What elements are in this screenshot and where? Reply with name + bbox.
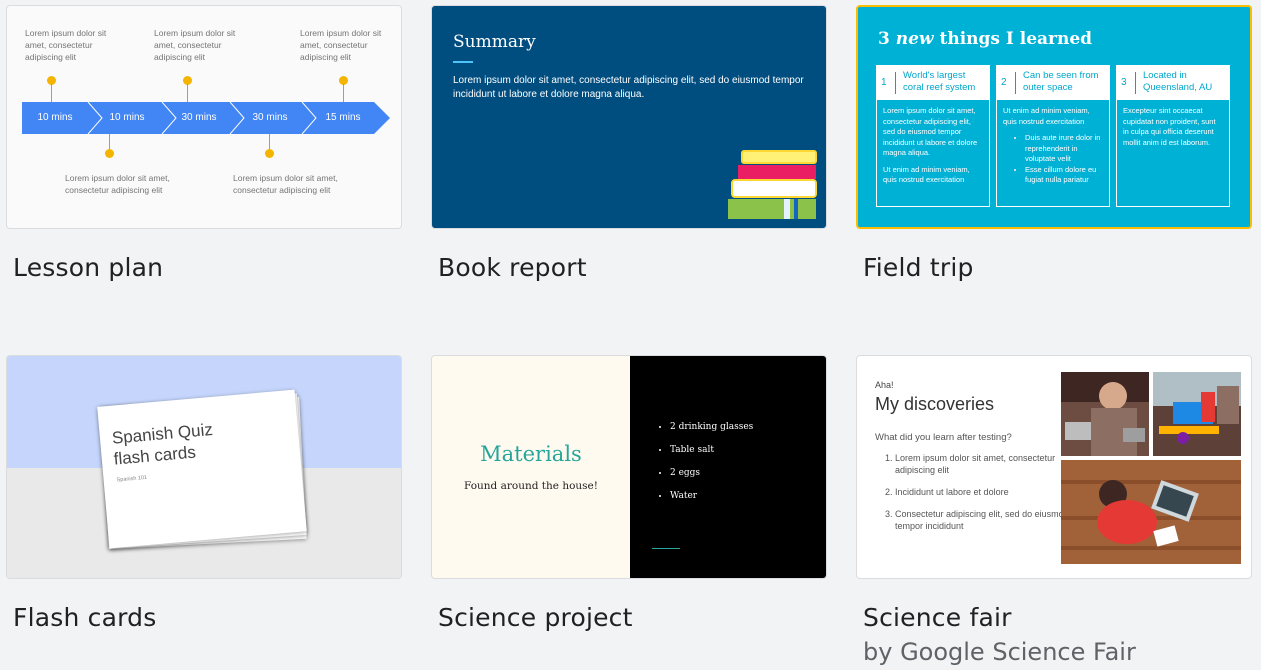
slide-subtitle: Found around the house!: [463, 480, 598, 492]
accent-line: [652, 548, 680, 549]
slide-body: Lorem ipsum dolor sit amet, consectetur …: [453, 75, 804, 100]
template-author: by Google Science Fair: [863, 638, 1136, 666]
info-column: 1 World's largest coral reef system Lore…: [876, 65, 990, 207]
column-paragraph: Ut enim ad minim veniam, quis nostrud ex…: [883, 164, 970, 185]
timeline-stem: [109, 134, 110, 150]
column-heading: Can be seen from outer space: [1023, 70, 1099, 93]
timeline-stem: [269, 134, 270, 150]
info-column: 2 Can be seen from outer space Ut enim a…: [996, 65, 1110, 207]
timeline-note: Lorem ipsum dolor sit amet, consectetur …: [25, 28, 107, 62]
timeline-step: 15 mins: [325, 112, 361, 123]
template-card-flash-cards[interactable]: Spanish Quiz flash cards Spanish 101 Fla…: [6, 355, 402, 655]
list-item: 2 drinking glasses: [670, 422, 753, 432]
template-thumbnail[interactable]: Lorem ipsum dolor sit amet, consectetur …: [6, 5, 402, 229]
column-paragraph: Ut enim ad minim veniam, quis nostrud ex…: [1003, 106, 1090, 126]
list-item: Incididunt ut labore et dolore: [895, 486, 1075, 498]
template-label: Flash cards: [13, 603, 157, 632]
timeline-step: 10 mins: [109, 112, 145, 123]
flash-card-subtitle: Spanish 101: [116, 474, 148, 484]
timeline-note: Lorem ipsum dolor sit amet, consectetur …: [300, 28, 382, 62]
title-emphasis: new: [895, 29, 934, 49]
list-item: Water: [670, 491, 753, 501]
timeline-dot: [265, 149, 274, 158]
timeline-step: 30 mins: [181, 112, 217, 123]
title-underline: [453, 61, 473, 63]
timeline-note: Lorem ipsum dolor sit amet, consectetur …: [65, 173, 170, 195]
timeline-step: 10 mins: [37, 112, 73, 123]
timeline-step: 30 mins: [252, 112, 288, 123]
column-body: Lorem ipsum dolor sit amet, consectetur …: [877, 100, 989, 198]
books-icon: [728, 150, 817, 219]
timeline-dot: [105, 149, 114, 158]
slide-title: Summary: [453, 32, 536, 52]
discoveries-list: Lorem ipsum dolor sit amet, consectetur …: [875, 452, 1075, 542]
photo-robotics-image: [1153, 372, 1241, 456]
template-card-lesson-plan[interactable]: Lorem ipsum dolor sit amet, consectetur …: [6, 5, 402, 305]
template-thumbnail[interactable]: Materials Found around the house! 2 drin…: [431, 355, 827, 579]
column-paragraph: Excepteur sint occaecat cupidatat non pr…: [1123, 106, 1216, 147]
template-card-science-project[interactable]: Materials Found around the house! 2 drin…: [431, 355, 827, 655]
template-card-science-fair[interactable]: Aha! My discoveries What did you learn a…: [856, 355, 1252, 667]
flash-card-title: Spanish Quiz flash cards: [111, 419, 214, 469]
column-number: 2: [1001, 72, 1016, 94]
column-paragraph: Lorem ipsum dolor sit amet, consectetur …: [883, 106, 978, 157]
slide-question: What did you learn after testing?: [875, 432, 1012, 443]
template-thumbnail[interactable]: Aha! My discoveries What did you learn a…: [856, 355, 1252, 579]
template-label: Science project: [438, 603, 633, 632]
list-item: Table salt: [670, 445, 753, 455]
column-body: Excepteur sint occaecat cupidatat non pr…: [1117, 100, 1229, 160]
list-item: Consectetur adipiscing elit, sed do eius…: [895, 508, 1075, 532]
template-label: Book report: [438, 253, 587, 282]
template-label: Field trip: [863, 253, 974, 282]
column-header: 3 Located in Queensland, AU: [1117, 66, 1229, 100]
slide-title: 3 new things I learned: [878, 29, 1092, 49]
timeline-stem: [187, 84, 188, 102]
info-column: 3 Located in Queensland, AU Excepteur si…: [1116, 65, 1230, 207]
title-text: 3: [878, 29, 896, 49]
flash-card: Spanish Quiz flash cards Spanish 101: [97, 389, 307, 549]
column-header: 1 World's largest coral reef system: [877, 66, 989, 100]
list-item: Lorem ipsum dolor sit amet, consectetur …: [895, 452, 1075, 476]
title-text: things I learned: [933, 29, 1093, 49]
template-card-field-trip[interactable]: 3 new things I learned 1 World's largest…: [856, 5, 1252, 305]
photo-lab-image: [1061, 372, 1149, 456]
template-label: Lesson plan: [13, 253, 164, 282]
column-header: 2 Can be seen from outer space: [997, 66, 1109, 100]
column-bullets: Duis aute irure dolor in reprehenderit i…: [1003, 133, 1103, 186]
bullet-item: Esse cillum dolore eu fugiat nulla paria…: [1025, 165, 1103, 186]
list-item: 2 eggs: [670, 468, 753, 478]
slide-title: Materials: [480, 442, 582, 466]
column-number: 3: [1121, 72, 1136, 94]
photo-kid-laptop-image: [1061, 460, 1241, 564]
column-heading: World's largest coral reef system: [903, 70, 976, 93]
bullet-item: Duis aute irure dolor in reprehenderit i…: [1025, 133, 1103, 165]
timeline-note: Lorem ipsum dolor sit amet, consectetur …: [233, 173, 338, 195]
timeline-stem: [51, 84, 52, 102]
template-thumbnail[interactable]: 3 new things I learned 1 World's largest…: [856, 5, 1252, 229]
column-body: Ut enim ad minim veniam, quis nostrud ex…: [997, 100, 1109, 192]
template-label: Science fair: [863, 603, 1012, 632]
column-number: 1: [881, 72, 896, 94]
column-heading: Located in Queensland, AU: [1143, 70, 1213, 93]
timeline-stem: [343, 84, 344, 102]
slide-kicker: Aha!: [875, 380, 894, 390]
slide-title: My discoveries: [875, 394, 995, 414]
template-thumbnail[interactable]: Summary Lorem ipsum dolor sit amet, cons…: [431, 5, 827, 229]
timeline-note: Lorem ipsum dolor sit amet, consectetur …: [154, 28, 236, 62]
template-thumbnail[interactable]: Spanish Quiz flash cards Spanish 101: [6, 355, 402, 579]
materials-list: 2 drinking glasses Table salt 2 eggs Wat…: [654, 422, 753, 514]
template-card-book-report[interactable]: Summary Lorem ipsum dolor sit amet, cons…: [431, 5, 827, 305]
